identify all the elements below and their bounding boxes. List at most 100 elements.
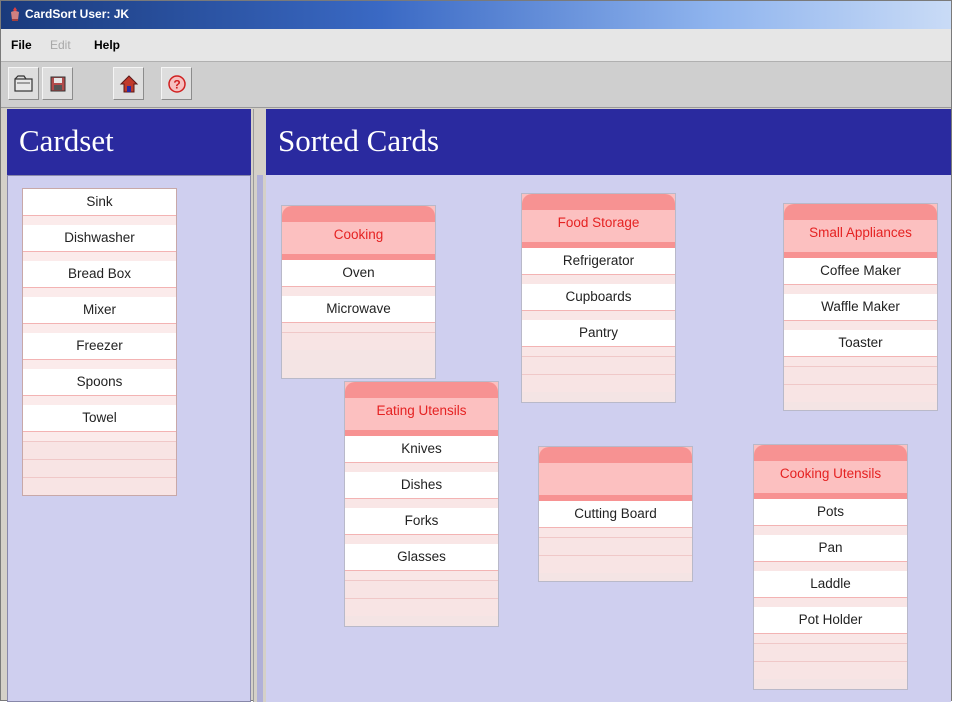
group-tab (522, 194, 675, 210)
group-small-appliances[interactable]: Small Appliances Coffee Maker Waffle Mak… (783, 203, 938, 411)
cardset-card-list: Sink Dishwasher Bread Box Mixer Freezer … (22, 188, 177, 496)
empty-card-slot (23, 459, 176, 477)
menu-help[interactable]: Help (94, 38, 120, 52)
card-label: Glasses (345, 544, 498, 571)
empty-card-slot (539, 537, 692, 555)
card[interactable]: Towel (23, 405, 176, 441)
empty-card-slot (23, 441, 176, 459)
card[interactable]: Pantry (522, 320, 675, 356)
card-label: Microwave (282, 296, 435, 323)
card-label: Cupboards (522, 284, 675, 311)
card-label: Knives (345, 436, 498, 463)
empty-card-slot (539, 555, 692, 573)
card-label: Bread Box (23, 261, 176, 288)
home-button[interactable] (113, 67, 144, 100)
card[interactable]: Laddle (754, 571, 907, 607)
card[interactable]: Waffle Maker (784, 294, 937, 330)
empty-card-slot (345, 598, 498, 616)
empty-card-slot (784, 366, 937, 384)
group-eating-utensils[interactable]: Eating Utensils Knives Dishes Forks Glas… (344, 381, 499, 627)
empty-card-slot (282, 332, 435, 350)
card[interactable]: Pot Holder (754, 607, 907, 643)
card-label: Pantry (522, 320, 675, 347)
card[interactable]: Cutting Board (539, 501, 692, 537)
card[interactable]: Pan (754, 535, 907, 571)
app-icon (11, 7, 19, 21)
svg-text:?: ? (173, 78, 180, 92)
cardset-panel: Sink Dishwasher Bread Box Mixer Freezer … (7, 175, 251, 702)
card[interactable]: Pots (754, 499, 907, 535)
card[interactable]: Bread Box (23, 261, 176, 297)
window-title: CardSort User: JK (25, 7, 130, 21)
group-title[interactable]: Cooking (282, 227, 435, 242)
card-label: Laddle (754, 571, 907, 598)
sorted-cards-title: Sorted Cards (278, 123, 440, 158)
group-header[interactable]: Cooking Utensils (754, 445, 907, 499)
empty-card-slot (23, 477, 176, 495)
card-label: Oven (282, 260, 435, 287)
card[interactable]: Cupboards (522, 284, 675, 320)
toolbar: ? (1, 62, 951, 108)
card[interactable]: Dishes (345, 472, 498, 508)
group-title[interactable]: Small Appliances (784, 225, 937, 240)
card[interactable]: Forks (345, 508, 498, 544)
card-label: Refrigerator (522, 248, 675, 275)
split-pane-divider[interactable] (253, 109, 266, 702)
card-label: Toaster (784, 330, 937, 357)
card-label: Coffee Maker (784, 258, 937, 285)
card-label: Sink (23, 189, 176, 216)
home-icon (119, 75, 139, 93)
empty-card-slot (784, 384, 937, 402)
card-label: Towel (23, 405, 176, 432)
title-bar[interactable]: CardSort User: JK (1, 1, 951, 29)
card-label: Dishwasher (23, 225, 176, 252)
help-button[interactable]: ? (161, 67, 192, 100)
group-title[interactable]: Food Storage (522, 215, 675, 230)
card[interactable]: Freezer (23, 333, 176, 369)
group-tab (784, 204, 937, 220)
card[interactable]: Refrigerator (522, 248, 675, 284)
cardset-title: Cardset (19, 123, 114, 158)
menu-edit[interactable]: Edit (50, 38, 71, 52)
card-label: Dishes (345, 472, 498, 499)
menu-bar: File Edit Help (1, 29, 951, 62)
group-untitled[interactable]: Cutting Board (538, 446, 693, 582)
cardset-header: Cardset (7, 109, 251, 175)
card[interactable]: Knives (345, 436, 498, 472)
group-header[interactable] (539, 447, 692, 501)
card-label: Freezer (23, 333, 176, 360)
card-label: Pot Holder (754, 607, 907, 634)
card[interactable]: Sink (23, 189, 176, 225)
card[interactable]: Dishwasher (23, 225, 176, 261)
sorted-cards-area: Cooking Oven Microwave Food Storage Refr… (266, 175, 951, 702)
help-icon: ? (168, 75, 186, 93)
group-title[interactable]: Eating Utensils (345, 403, 498, 418)
group-cooking[interactable]: Cooking Oven Microwave (281, 205, 436, 379)
group-header[interactable]: Eating Utensils (345, 382, 498, 436)
card[interactable]: Microwave (282, 296, 435, 332)
empty-card-slot (522, 356, 675, 374)
app-window: CardSort User: JK File Edit Help ? Cards… (0, 0, 952, 702)
group-title[interactable]: Cooking Utensils (754, 466, 907, 481)
card[interactable]: Glasses (345, 544, 498, 580)
save-button[interactable] (42, 67, 73, 100)
card[interactable]: Coffee Maker (784, 258, 937, 294)
menu-file[interactable]: File (11, 38, 32, 52)
card-label: Spoons (23, 369, 176, 396)
group-food-storage[interactable]: Food Storage Refrigerator Cupboards Pant… (521, 193, 676, 403)
group-cooking-utensils[interactable]: Cooking Utensils Pots Pan Laddle Pot Hol… (753, 444, 908, 690)
group-tab (345, 382, 498, 398)
card-label: Mixer (23, 297, 176, 324)
card[interactable]: Toaster (784, 330, 937, 366)
card[interactable]: Mixer (23, 297, 176, 333)
open-button[interactable] (8, 67, 39, 100)
card[interactable]: Spoons (23, 369, 176, 405)
card-label: Pan (754, 535, 907, 562)
card-label: Pots (754, 499, 907, 526)
card[interactable]: Oven (282, 260, 435, 296)
empty-card-slot (345, 580, 498, 598)
group-header[interactable]: Cooking (282, 206, 435, 260)
group-header[interactable]: Small Appliances (784, 204, 937, 258)
empty-card-slot (754, 643, 907, 661)
group-header[interactable]: Food Storage (522, 194, 675, 248)
